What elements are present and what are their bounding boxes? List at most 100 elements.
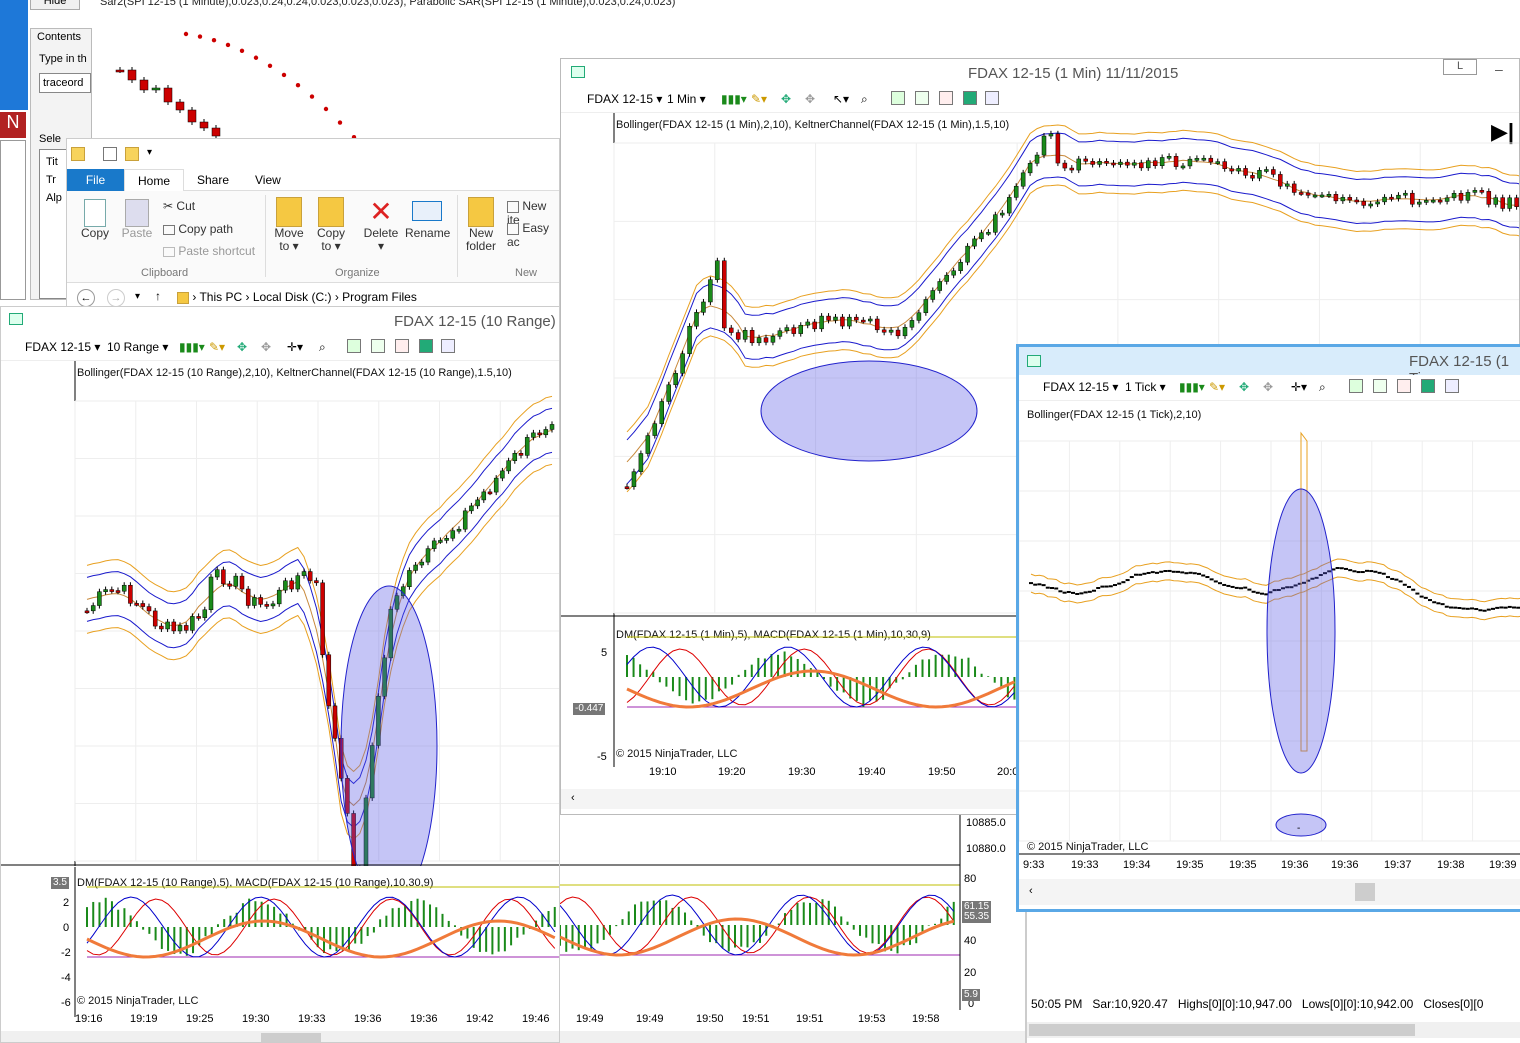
indicators-icon[interactable] [1349,379,1363,393]
properties-icon[interactable] [1445,379,1459,393]
help-search-input[interactable]: traceord [39,73,91,93]
forward-icon[interactable]: → [107,289,125,307]
strategies-icon[interactable] [371,339,385,353]
breadcrumb[interactable]: › This PC › Local Disk (C:) › Program Fi… [177,290,417,304]
copy-icon [84,199,106,227]
plug-icon[interactable]: ✥ [805,91,815,107]
scroll-left-icon[interactable]: ‹ [1029,885,1033,897]
candle-body [645,435,651,454]
time-tick: 19:53 [858,1013,886,1025]
delete-button[interactable]: ✕ Delete ▾ [361,197,401,253]
sar-dot [295,83,301,88]
candle-body [986,232,991,235]
copy-button[interactable]: Copy [77,199,113,240]
candle-body [742,329,748,340]
zoom-icon[interactable]: ⌕ [1319,379,1326,395]
scroll-thumb[interactable] [261,1033,321,1042]
easy-access-button[interactable]: Easy ac [507,221,559,249]
hide-button[interactable]: Hide [30,0,80,10]
interval-selector[interactable]: 1 Tick ▾ [1125,379,1166,395]
chevron-down-icon[interactable]: ▾ [147,147,152,158]
cut-button[interactable]: ✂ Cut [163,199,195,213]
breadcrumb-item[interactable]: This PC [199,290,242,304]
bar-type-icon[interactable]: ▮▮▮▾ [1179,379,1205,395]
time-tick: 19:37 [1384,859,1412,871]
properties-icon[interactable] [103,147,117,161]
pencil-icon[interactable]: ✎▾ [1209,379,1225,395]
candle-body [1403,192,1408,196]
instrument-selector[interactable]: FDAX 12-15 ▾ [587,91,662,107]
scroll-thumb[interactable] [1355,883,1375,901]
breadcrumb-item[interactable]: Local Disk (C:) [253,290,332,304]
indicators-icon[interactable] [347,339,361,353]
tab-view[interactable]: View [255,173,281,187]
strategy-icon[interactable]: ✥ [237,339,247,355]
chart-style-icon[interactable] [939,91,953,105]
strategies-icon[interactable] [1373,379,1387,393]
folder-icon [71,147,85,161]
properties-icon[interactable] [985,91,999,105]
properties-icon[interactable] [441,339,455,353]
strategy-icon[interactable]: ✥ [1239,379,1249,395]
candle-body [500,470,505,479]
candle-body [512,453,518,462]
price-panel [1,361,559,866]
plug-icon[interactable]: ✥ [261,339,271,355]
pencil-icon[interactable]: ✎▾ [751,91,767,107]
up-icon[interactable]: ↑ [155,289,161,303]
strategies-icon[interactable] [915,91,929,105]
horizontal-scrollbar[interactable] [560,1031,1025,1043]
left-panel [0,0,28,110]
plug-icon[interactable]: ✥ [1263,379,1273,395]
chart-style-icon[interactable] [1397,379,1411,393]
horizontal-scrollbar[interactable] [1027,1022,1520,1038]
breadcrumb-item[interactable]: Program Files [342,290,417,304]
time-tick: 19:25 [186,1013,214,1025]
crosshair-icon[interactable]: ✛▾ [1291,379,1307,395]
link-badge[interactable]: L [1443,59,1477,75]
status-sar: Sar:10,920.47 [1092,997,1168,1011]
recent-dropdown-icon[interactable]: ▾ [135,291,140,302]
tab-home[interactable]: Home [124,169,184,192]
bar-type-icon[interactable]: ▮▮▮▾ [721,91,747,107]
crosshair-icon[interactable]: ✛▾ [287,339,303,355]
paste-button[interactable]: Paste [119,199,155,240]
horizontal-scrollbar[interactable] [1,1031,559,1042]
rename-button[interactable]: Rename [405,197,450,240]
paste-shortcut-button[interactable]: Paste shortcut [163,244,255,258]
dollar-icon[interactable] [419,339,433,353]
tab-share[interactable]: Share [197,173,229,187]
interval-selector[interactable]: 1 Min ▾ [667,91,706,107]
pencil-icon[interactable]: ✎▾ [209,339,225,355]
new-folder-icon[interactable] [125,147,139,161]
organize-group-label: Organize [335,267,380,279]
candle-body [537,432,542,436]
bollinger-upper [86,395,553,773]
dollar-icon[interactable] [1421,379,1435,393]
zoom-icon[interactable]: ⌕ [861,91,868,107]
copy-path-button[interactable]: Copy path [163,222,233,236]
time-tick: 19:58 [912,1013,940,1025]
candle-body [1493,197,1498,205]
copy-to-button[interactable]: Copy to ▾ [313,197,349,253]
instrument-selector[interactable]: FDAX 12-15 ▾ [25,339,100,355]
cursor-icon[interactable]: ↖▾ [833,91,849,107]
strategy-icon[interactable]: ✥ [781,91,791,107]
new-folder-button[interactable]: New folder [461,197,501,253]
chart-style-icon[interactable] [395,339,409,353]
horizontal-scrollbar[interactable]: ‹ [1019,879,1520,905]
contents-tab[interactable]: Contents [37,31,81,43]
zoom-icon[interactable]: ⌕ [319,339,326,355]
minimize-icon[interactable]: – [1495,61,1503,77]
scroll-left-icon[interactable]: ‹ [571,792,575,804]
tab-file[interactable]: File [67,169,124,191]
dollar-icon[interactable] [963,91,977,105]
instrument-selector[interactable]: FDAX 12-15 ▾ [1043,379,1118,395]
candle-body [1507,197,1512,209]
indicators-icon[interactable] [891,91,905,105]
interval-selector[interactable]: 10 Range ▾ [107,339,168,355]
scroll-thumb[interactable] [1029,1024,1415,1036]
move-to-button[interactable]: Move to ▾ [271,197,307,253]
back-icon[interactable]: ← [77,289,95,307]
bar-type-icon[interactable]: ▮▮▮▾ [179,339,205,355]
